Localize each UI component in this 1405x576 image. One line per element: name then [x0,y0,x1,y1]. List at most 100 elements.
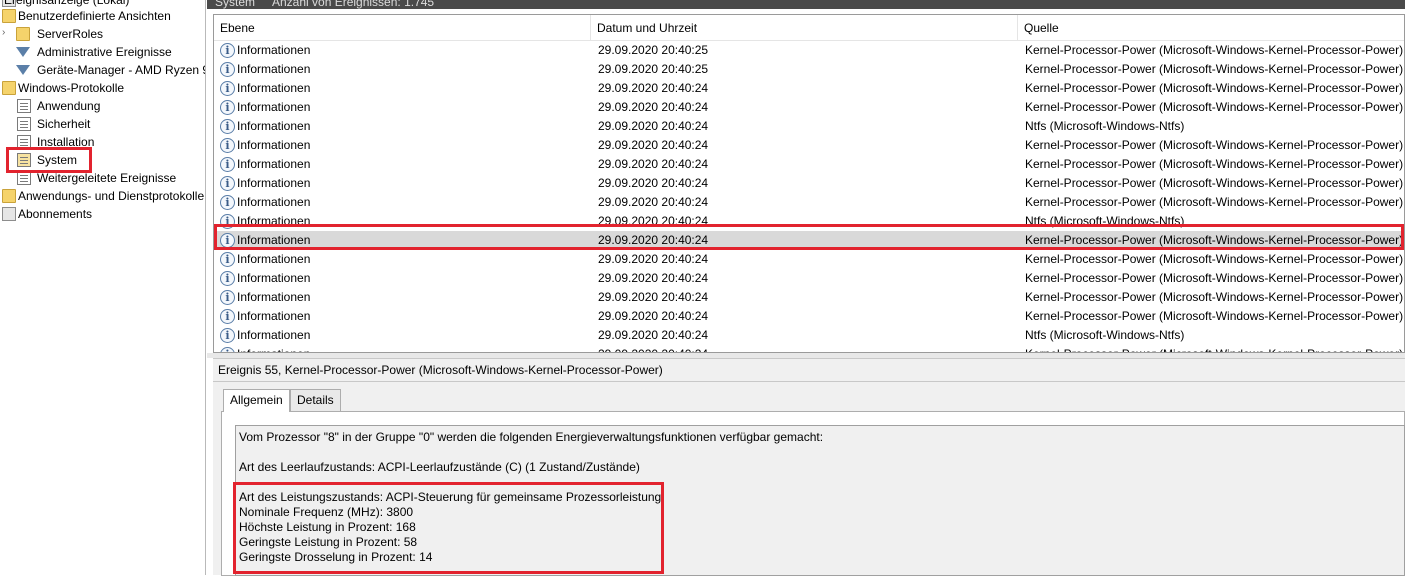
cell-datetime: 29.09.2020 20:40:24 [598,176,709,190]
table-row[interactable]: iInformationen29.09.2020 20:40:24Kernel-… [214,345,1404,352]
table-row[interactable]: iInformationen 29.09.2020 20:40:24 Kernel-… [214,155,1404,174]
table-row[interactable]: i Informationen 29.09.2020 20:40:25 Kernel-… [214,41,1404,60]
cell-level: Informationen [237,62,311,76]
table-row[interactable]: iInformationen29.09.2020 20:40:24Kernel-… [214,269,1404,288]
cell-source: Kernel-Processor-Power (Microsoft-Window… [1025,62,1404,76]
divider [213,381,1405,382]
folder-icon [2,9,16,23]
cell-source: Kernel-Processor-Power (Microsoft-Window… [1025,309,1404,323]
cell-level: Informationen [237,119,311,133]
tree-item-label: ServerRoles [37,27,104,41]
info-icon: i [220,195,235,210]
cell-datetime: 29.09.2020 20:40:24 [598,195,709,209]
cell-level: Informationen [237,290,311,304]
column-header-level[interactable]: Ebene [214,15,591,41]
log-icon [17,99,31,113]
table-row[interactable]: i Informationen 29.09.2020 20:40:24 Ntfs (M… [214,326,1404,345]
cell-datetime: 29.09.2020 20:40:24 [598,81,709,95]
table-row[interactable]: i Informationen 29.09.2020 20:40:24 Ntfs (M… [214,117,1404,136]
cell-level: Informationen [237,271,311,285]
info-icon: i [220,309,235,324]
filter-icon [16,65,30,75]
cell-datetime: 29.09.2020 20:40:24 [598,271,709,285]
navigation-tree: Ereignisanzeige (Lokal) Benutzerdefinier… [0,0,206,575]
cell-source: Kernel-Processor-Power (Microsoft-Window… [1025,43,1404,57]
cell-level: Informationen [237,252,311,266]
info-icon: i [220,290,235,305]
info-icon: i [220,271,235,286]
cell-source: Kernel-Processor-Power (Microsoft-Window… [1025,345,1403,352]
tree-item-label: Windows-Protokolle [18,81,125,95]
info-icon: i [220,176,235,191]
table-row[interactable]: iInformationen29.09.2020 20:40:24Kernel-… [214,250,1404,269]
table-row[interactable]: iInformationen 29.09.2020 20:40:24 Kernel-… [214,174,1404,193]
highlight-box-system [6,147,92,173]
cell-source: Kernel-Processor-Power (Microsoft-Window… [1025,81,1404,95]
tree-item-label: Administrative Ereignisse [37,45,172,59]
tree-item-label: Geräte-Manager - AMD Ryzen 9 [37,63,206,77]
table-row[interactable]: i Informationen 29.09.2020 20:40:25 Kernel-… [214,60,1404,79]
cell-datetime: 29.09.2020 20:40:24 [598,345,708,352]
cell-datetime: 29.09.2020 20:40:24 [598,309,709,323]
table-row[interactable]: iInformationen 29.09.2020 20:40:24 Kernel-… [214,193,1404,212]
info-icon: i [220,157,235,172]
column-header-source[interactable]: Quelle [1018,15,1404,41]
cell-source: Kernel-Processor-Power (Microsoft-Window… [1025,100,1404,114]
cell-level: Informationen [237,100,311,114]
info-icon: i [220,81,235,96]
highlight-box-performance-info [233,482,664,574]
column-header-datetime[interactable]: Datum und Uhrzeit [591,15,1018,41]
table-row[interactable]: iInformationen29.09.2020 20:40:24Kernel-… [214,98,1404,117]
tree-item-label: Sicherheit [37,117,91,131]
tree-item-label: Anwendungs- und Dienstprotokolle [18,189,205,203]
message-line: Art des Leerlaufzustands: ACPI-Leerlaufz… [239,460,640,474]
cell-datetime: 29.09.2020 20:40:25 [598,62,709,76]
message-line: Vom Prozessor "8" in der Gruppe "0" werd… [239,430,824,444]
cell-source: Kernel-Processor-Power (Microsoft-Window… [1025,195,1404,209]
cell-level: Informationen [237,309,311,323]
log-icon [17,171,31,185]
cell-level: Informationen [237,81,311,95]
cell-level: Informationen [237,328,311,342]
cell-level: Informationen [237,176,311,190]
cell-datetime: 29.09.2020 20:40:24 [598,252,709,266]
table-row[interactable]: iInformationen29.09.2020 20:40:24Kernel-… [214,136,1404,155]
cell-source: Kernel-Processor-Power (Microsoft-Window… [1025,138,1404,152]
tab-details[interactable]: Details [290,389,341,411]
event-detail-title: Ereignis 55, Kernel-Processor-Power (Mic… [218,363,663,377]
cell-source: Ntfs (Microsoft-Windows-Ntfs) [1025,328,1185,342]
info-icon: i [220,119,235,134]
table-row[interactable]: iInformationen 29.09.2020 20:40:24 Kernel-… [214,307,1404,326]
log-title: System [215,0,256,9]
folder-icon [2,81,16,95]
info-icon: i [220,62,235,77]
cell-datetime: 29.09.2020 20:40:25 [598,43,709,57]
cell-level: Informationen [237,138,311,152]
cell-source: Kernel-Processor-Power (Microsoft-Window… [1025,176,1404,190]
cell-source: Ntfs (Microsoft-Windows-Ntfs) [1025,119,1185,133]
cell-datetime: 29.09.2020 20:40:24 [598,157,709,171]
cell-datetime: 29.09.2020 20:40:24 [598,119,709,133]
folder-icon [2,189,16,203]
cell-level: Informationen [237,345,310,352]
cell-datetime: 29.09.2020 20:40:24 [598,100,709,114]
info-icon: i [220,328,235,343]
column-header: Ebene Datum und Uhrzeit Quelle [214,15,1404,41]
filter-icon [16,47,30,57]
log-icon [17,117,31,131]
table-row[interactable]: iInformationen 29.09.2020 20:40:24 Kernel-… [214,79,1404,98]
cell-source: Kernel-Processor-Power (Microsoft-Window… [1025,157,1404,171]
tab-general[interactable]: Allgemein [223,389,290,412]
info-icon: i [220,43,235,58]
cell-datetime: 29.09.2020 20:40:24 [598,290,709,304]
tree-item-label: Benutzerdefinierte Ansichten [18,9,171,23]
highlight-box-selected-event [214,224,1404,250]
chevron-right-icon[interactable]: › [2,28,10,38]
cell-datetime: 29.09.2020 20:40:24 [598,138,709,152]
tree-item-label: Abonnements [18,207,93,221]
cell-level: Informationen [237,157,311,171]
cell-level: Informationen [237,195,311,209]
cell-level: Informationen [237,43,311,57]
table-row[interactable]: iInformationen29.09.2020 20:40:24Kernel-… [214,288,1404,307]
info-icon: i [220,252,235,267]
